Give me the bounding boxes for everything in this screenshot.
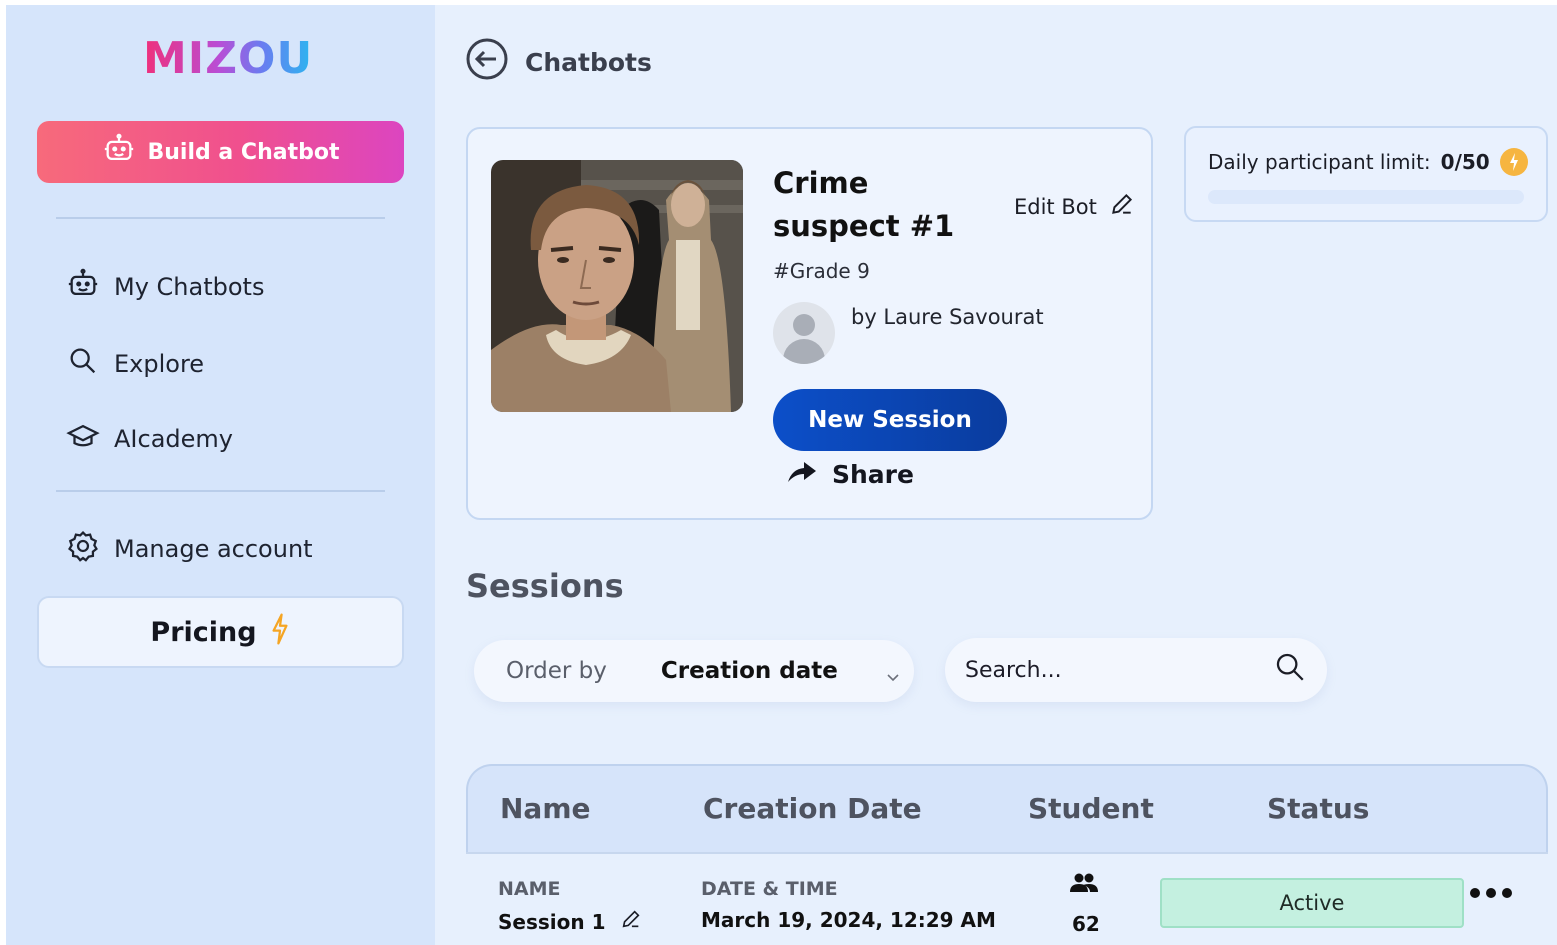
new-session-button[interactable]: New Session [773,389,1007,451]
sidebar-item-manage-account[interactable]: Manage account [66,529,313,569]
search-icon [66,344,100,384]
main-content: Chatbots Crime suspect #1 Edit Bot #Grad… [435,5,1557,945]
bot-card: Crime suspect #1 Edit Bot #Grade 9 by La… [466,127,1153,520]
daily-limit-value: 0/50 [1440,150,1490,174]
pricing-button[interactable]: Pricing [37,596,404,668]
date-cell-label: DATE & TIME [701,878,838,900]
share-label: Share [832,459,914,489]
build-chatbot-button[interactable]: Build a Chatbot [37,121,404,183]
sessions-table-header: Name Creation Date Student Status [466,764,1548,852]
column-header-student[interactable]: Student [1028,792,1154,825]
back-nav[interactable]: Chatbots [465,37,652,87]
sidebar: MIZOU Build a Chatbot My Chatbots Explor… [6,5,435,945]
daily-limit-card: Daily participant limit: 0/50 [1184,126,1548,222]
session-name: Session 1 [498,908,642,935]
lightning-icon [269,612,291,652]
students-icon [1069,872,1099,898]
session-date: March 19, 2024, 12:29 AM [701,908,996,932]
mizou-logo[interactable]: MIZOU [143,33,313,84]
column-header-name[interactable]: Name [500,792,591,825]
avatar [773,302,835,364]
sidebar-item-label: My Chatbots [114,273,265,301]
bot-author: by Laure Savourat [773,302,1044,364]
name-cell-label: NAME [498,878,561,900]
sessions-heading: Sessions [466,567,624,605]
daily-limit-text: Daily participant limit: 0/50 [1208,148,1528,176]
pencil-icon[interactable] [620,908,642,935]
sidebar-item-label: Explore [114,350,205,378]
bot-icon [102,132,136,172]
column-header-status[interactable]: Status [1267,792,1369,825]
bot-avatar-image [491,160,743,412]
order-by-select[interactable]: Order by Creation date [474,640,914,702]
share-button[interactable]: Share [786,457,914,491]
session-name-text: Session 1 [498,909,606,934]
sidebar-item-label: Manage account [114,535,313,563]
daily-limit-label: Daily participant limit: [1208,150,1431,174]
edit-bot-label: Edit Bot [1014,194,1097,219]
student-count: 62 [1072,912,1100,936]
status-badge: Active [1160,878,1464,928]
bot-title: Crime suspect #1 [773,166,955,243]
more-options-icon[interactable] [1470,888,1512,898]
sidebar-divider [56,490,385,492]
edit-bot-button[interactable]: Edit Bot [1014,191,1135,222]
order-by-label: Order by [506,658,607,684]
sidebar-item-label: AIcademy [114,425,233,453]
column-header-creation-date[interactable]: Creation Date [703,792,922,825]
pencil-icon [1109,191,1135,222]
graduation-cap-icon [66,419,100,459]
daily-limit-progress-bar [1208,190,1524,204]
pricing-label: Pricing [150,616,257,648]
lightning-icon [1499,148,1528,176]
table-row[interactable]: NAME Session 1 DATE & TIME March 19, 202… [466,852,1548,945]
page-title: Chatbots [525,47,652,77]
gear-icon [66,529,100,569]
order-by-value: Creation date [660,658,838,684]
sidebar-divider [56,217,385,219]
share-arrow-icon [786,457,818,491]
author-name: by Laure Savourat [851,305,1044,329]
sidebar-item-my-chatbots[interactable]: My Chatbots [66,267,264,307]
back-arrow-icon[interactable] [465,37,509,87]
sessions-search[interactable]: Search... [945,638,1327,702]
sidebar-item-aicademy[interactable]: AIcademy [66,419,233,459]
bot-grade-tag: #Grade 9 [773,259,870,283]
search-input[interactable]: Search... [965,658,1062,683]
bot-icon [66,267,100,307]
build-chatbot-label: Build a Chatbot [147,139,340,165]
sidebar-item-explore[interactable]: Explore [66,344,204,384]
chevron-down-icon [886,664,900,682]
search-icon[interactable] [1273,650,1307,690]
